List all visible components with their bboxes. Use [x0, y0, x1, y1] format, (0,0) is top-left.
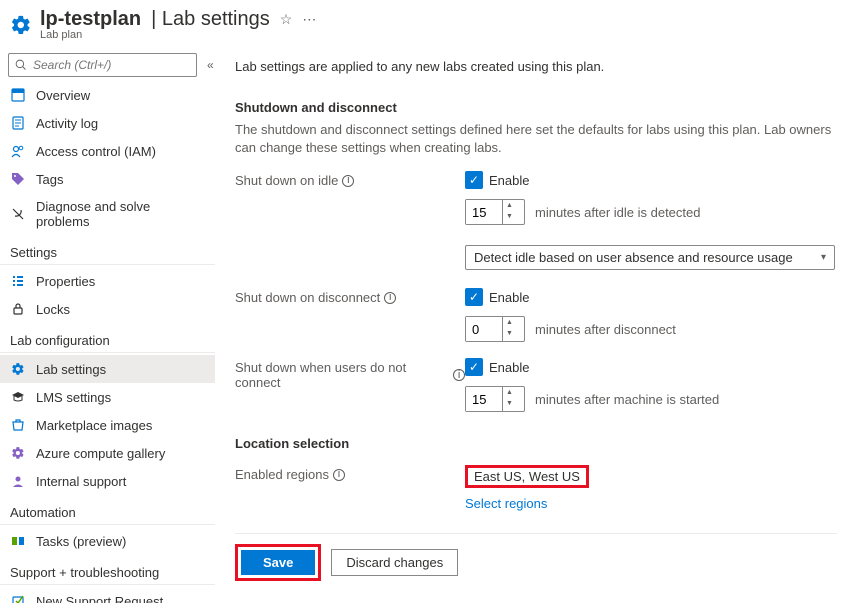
page-title: | Lab settings: [151, 8, 270, 31]
sidebar-item-overview[interactable]: Overview: [0, 81, 215, 109]
sidebar-item-lms[interactable]: LMS settings: [0, 383, 215, 411]
noconnect-checkbox[interactable]: ✓: [465, 358, 483, 376]
sidebar-section-automation: Automation: [0, 495, 215, 525]
enable-label: Enable: [489, 290, 529, 305]
info-icon[interactable]: i: [384, 292, 396, 304]
sidebar-item-label: Azure compute gallery: [36, 446, 165, 461]
noconnect-minutes-input[interactable]: ▲▼: [465, 386, 525, 412]
sidebar-item-lab-settings[interactable]: Lab settings: [0, 355, 215, 383]
gallery-icon: [10, 445, 26, 461]
idle-after-text: minutes after idle is detected: [535, 205, 700, 220]
sidebar-item-label: Overview: [36, 88, 90, 103]
sidebar-item-diagnose[interactable]: Diagnose and solve problems: [0, 193, 215, 235]
idle-detection-dropdown[interactable]: Detect idle based on user absence and re…: [465, 245, 835, 270]
info-icon[interactable]: i: [342, 175, 354, 187]
disconnect-label: Shut down on disconnecti: [235, 288, 465, 305]
save-button[interactable]: Save: [241, 550, 315, 575]
person-icon: [10, 473, 26, 489]
regions-value: East US, West US: [474, 469, 580, 484]
people-icon: [10, 143, 26, 159]
sidebar-item-label: New Support Request: [36, 594, 163, 603]
chevron-down-icon[interactable]: ▼: [503, 211, 516, 222]
noconnect-after-text: minutes after machine is started: [535, 392, 719, 407]
lock-icon: [10, 301, 26, 317]
gear-icon: [10, 361, 26, 377]
sidebar-item-activity[interactable]: Activity log: [0, 109, 215, 137]
sidebar-section-help: Support + troubleshooting: [0, 555, 215, 585]
lms-icon: [10, 389, 26, 405]
info-icon[interactable]: i: [333, 469, 345, 481]
sidebar-item-label: LMS settings: [36, 390, 111, 405]
more-icon[interactable]: ⋯: [302, 11, 316, 28]
tasks-icon: [10, 533, 26, 549]
chevron-down-icon[interactable]: ▼: [503, 398, 516, 409]
disconnect-minutes-input[interactable]: ▲▼: [465, 316, 525, 342]
disconnect-after-text: minutes after disconnect: [535, 322, 676, 337]
main-content: Lab settings are applied to any new labs…: [215, 45, 857, 603]
page-header: lp-testplan | Lab settings ☆ ⋯ Lab plan: [0, 0, 857, 45]
chevron-up-icon[interactable]: ▲: [503, 387, 516, 398]
idle-minutes-input[interactable]: ▲▼: [465, 199, 525, 225]
sidebar-item-marketplace[interactable]: Marketplace images: [0, 411, 215, 439]
search-input[interactable]: [8, 53, 197, 77]
discard-button[interactable]: Discard changes: [331, 549, 458, 576]
sidebar-item-label: Activity log: [36, 116, 98, 131]
idle-checkbox[interactable]: ✓: [465, 171, 483, 189]
select-regions-link[interactable]: Select regions: [465, 496, 837, 511]
save-button-highlight: Save: [235, 544, 321, 581]
marketplace-icon: [10, 417, 26, 433]
sidebar-item-support-internal[interactable]: Internal support: [0, 467, 215, 495]
sidebar-item-new-support[interactable]: New Support Request: [0, 587, 215, 603]
sidebar-item-label: Lab settings: [36, 362, 106, 377]
regions-value-highlight: East US, West US: [465, 465, 589, 488]
chevron-down-icon[interactable]: ▼: [503, 328, 516, 339]
collapse-icon[interactable]: «: [203, 58, 215, 72]
sidebar: « Overview Activity log Access control (…: [0, 45, 215, 603]
sidebar-item-label: Diagnose and solve problems: [36, 199, 205, 229]
resource-name: lp-testplan: [40, 8, 141, 31]
regions-label: Enabled regionsi: [235, 465, 465, 482]
sidebar-section-settings: Settings: [0, 235, 215, 265]
search-icon: [15, 59, 27, 71]
location-heading: Location selection: [235, 436, 837, 451]
chevron-down-icon: ▾: [821, 252, 826, 263]
disconnect-checkbox[interactable]: ✓: [465, 288, 483, 306]
sidebar-item-label: Tags: [36, 172, 63, 187]
activity-icon: [10, 115, 26, 131]
sidebar-item-label: Internal support: [36, 474, 126, 489]
sidebar-item-label: Properties: [36, 274, 95, 289]
sidebar-item-locks[interactable]: Locks: [0, 295, 215, 323]
shutdown-desc: The shutdown and disconnect settings def…: [235, 121, 837, 157]
properties-icon: [10, 273, 26, 289]
resource-type: Lab plan: [40, 29, 316, 41]
sidebar-item-label: Tasks (preview): [36, 534, 126, 549]
sidebar-item-label: Access control (IAM): [36, 144, 156, 159]
sidebar-section-lab: Lab configuration: [0, 323, 215, 353]
overview-icon: [10, 87, 26, 103]
chevron-up-icon[interactable]: ▲: [503, 200, 516, 211]
enable-label: Enable: [489, 173, 529, 188]
sidebar-item-label: Locks: [36, 302, 70, 317]
shutdown-heading: Shutdown and disconnect: [235, 100, 837, 115]
sidebar-item-iam[interactable]: Access control (IAM): [0, 137, 215, 165]
sidebar-item-tasks[interactable]: Tasks (preview): [0, 527, 215, 555]
sidebar-item-tags[interactable]: Tags: [0, 165, 215, 193]
gear-icon: [10, 14, 32, 36]
footer-bar: Save Discard changes: [235, 533, 837, 581]
support-icon: [10, 593, 26, 603]
sidebar-item-gallery[interactable]: Azure compute gallery: [0, 439, 215, 467]
sidebar-item-properties[interactable]: Properties: [0, 267, 215, 295]
chevron-up-icon[interactable]: ▲: [503, 317, 516, 328]
info-icon[interactable]: i: [453, 369, 465, 381]
tag-icon: [10, 171, 26, 187]
noconnect-label: Shut down when users do not connecti: [235, 358, 465, 390]
idle-label: Shut down on idlei: [235, 171, 465, 188]
diagnose-icon: [10, 206, 26, 222]
favorite-icon[interactable]: ☆: [280, 11, 293, 28]
enable-label: Enable: [489, 360, 529, 375]
sidebar-item-label: Marketplace images: [36, 418, 152, 433]
intro-text: Lab settings are applied to any new labs…: [235, 59, 837, 74]
